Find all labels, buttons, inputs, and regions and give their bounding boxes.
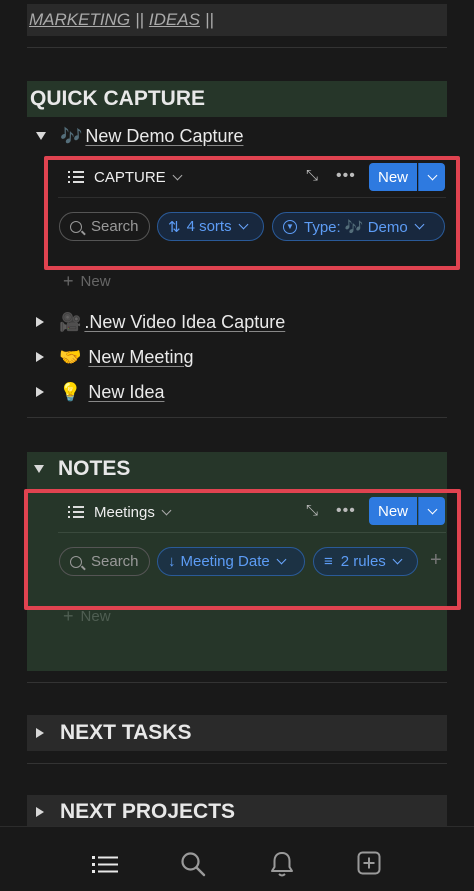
next-projects-heading-text: NEXT PROJECTS bbox=[60, 800, 236, 823]
toggle-arrow-icon[interactable] bbox=[36, 728, 44, 738]
music-notes-icon: 🎶 bbox=[60, 125, 83, 146]
toggle-arrow-icon[interactable] bbox=[36, 352, 44, 362]
toggle-new-video-idea-capture[interactable]: 🎥 .New Video Idea Capture bbox=[36, 310, 285, 334]
toggle-new-idea[interactable]: 💡 New Idea bbox=[36, 380, 164, 404]
breadcrumb-separator: || bbox=[135, 10, 144, 29]
breadcrumb-link-ideas[interactable]: IDEAS bbox=[149, 10, 200, 30]
next-tasks-heading[interactable]: NEXT TASKS bbox=[27, 715, 447, 751]
quick-capture-heading: QUICK CAPTURE bbox=[27, 81, 447, 117]
plus-icon: + bbox=[63, 605, 74, 626]
breadcrumb: MARKETING || IDEAS || bbox=[27, 4, 447, 36]
bottom-tab-bar bbox=[0, 826, 474, 891]
list-icon[interactable] bbox=[92, 854, 118, 874]
add-new-label: New bbox=[80, 607, 111, 625]
plus-icon: + bbox=[63, 270, 74, 291]
next-projects-heading[interactable]: NEXT PROJECTS bbox=[27, 795, 447, 829]
highlight-box-capture bbox=[44, 156, 460, 270]
video-camera-icon: 🎥 bbox=[59, 311, 82, 332]
toggle-arrow-icon[interactable] bbox=[36, 807, 44, 817]
divider bbox=[27, 763, 447, 764]
divider bbox=[27, 47, 447, 48]
toggle-label[interactable]: New Demo Capture bbox=[85, 126, 243, 147]
add-new-row[interactable]: + New bbox=[63, 271, 111, 291]
breadcrumb-separator: || bbox=[204, 10, 214, 29]
divider bbox=[27, 682, 447, 683]
handshake-icon: 🤝 bbox=[59, 346, 82, 367]
toggle-arrow-icon[interactable] bbox=[36, 317, 44, 327]
add-new-row[interactable]: + New bbox=[63, 606, 111, 626]
toggle-label[interactable]: New Idea bbox=[88, 382, 164, 403]
breadcrumb-link-marketing[interactable]: MARKETING bbox=[29, 10, 130, 30]
bell-icon[interactable] bbox=[269, 850, 295, 883]
lightbulb-icon: 💡 bbox=[59, 381, 82, 402]
add-new-label: New bbox=[80, 272, 111, 290]
toggle-label[interactable]: .New Video Idea Capture bbox=[84, 312, 285, 333]
search-icon[interactable] bbox=[180, 851, 206, 882]
notes-heading-text: NOTES bbox=[58, 457, 131, 480]
notes-heading[interactable]: NOTES bbox=[34, 452, 130, 486]
next-tasks-heading-text: NEXT TASKS bbox=[60, 721, 192, 744]
toggle-arrow-icon[interactable] bbox=[36, 387, 44, 397]
plus-square-icon[interactable] bbox=[357, 851, 381, 880]
highlight-box-meetings bbox=[24, 489, 461, 610]
quick-capture-heading-text: QUICK CAPTURE bbox=[30, 87, 206, 110]
toggle-arrow-icon[interactable] bbox=[36, 132, 46, 140]
toggle-label[interactable]: New Meeting bbox=[88, 347, 193, 368]
toggle-arrow-icon[interactable] bbox=[34, 465, 44, 473]
divider bbox=[27, 417, 447, 418]
toggle-new-meeting[interactable]: 🤝 New Meeting bbox=[36, 345, 193, 369]
toggle-new-demo-capture[interactable]: 🎶 New Demo Capture bbox=[36, 124, 243, 148]
